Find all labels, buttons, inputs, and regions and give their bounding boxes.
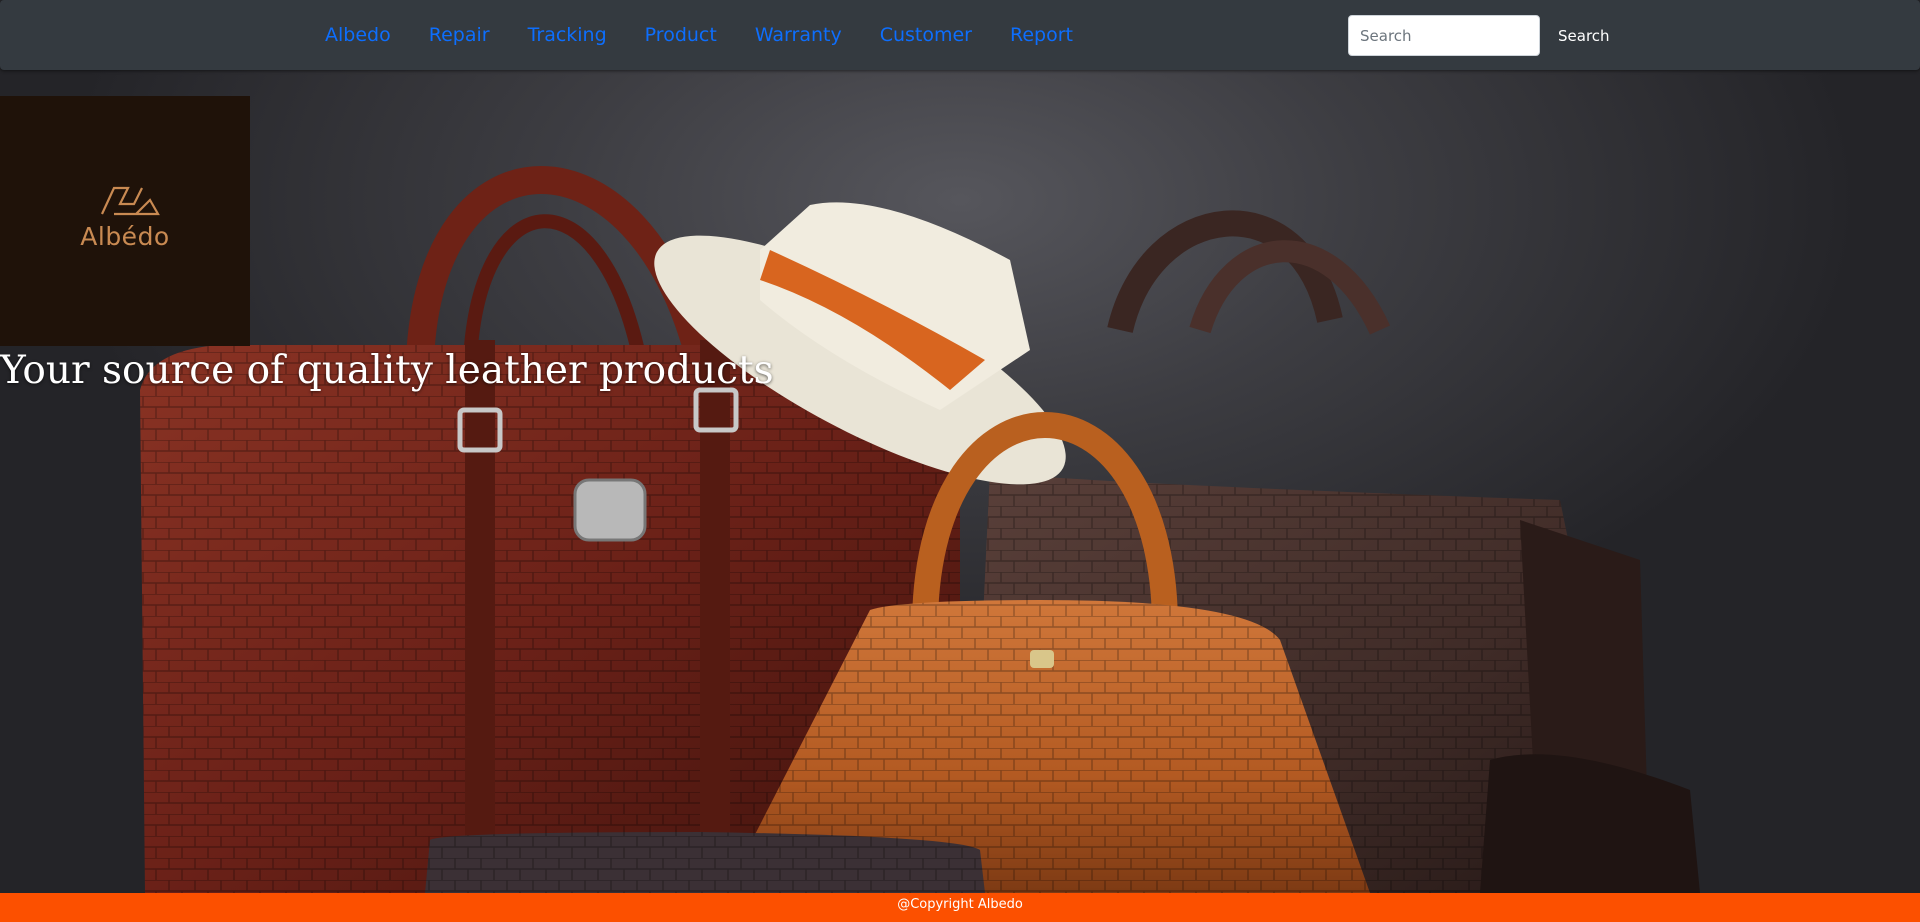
copyright-text: @Copyright Albedo [897, 897, 1023, 912]
nav-link-warranty[interactable]: Warranty [755, 24, 842, 46]
search-button[interactable]: Search [1548, 15, 1620, 56]
brand-logo: Albédo [0, 96, 250, 346]
hero-background-image [0, 0, 1920, 893]
nav-link-repair[interactable]: Repair [429, 24, 490, 46]
top-navbar: Albedo Repair Tracking Product Warranty … [0, 0, 1920, 70]
nav-link-albedo[interactable]: Albedo [325, 24, 391, 46]
nav-links: Albedo Repair Tracking Product Warranty … [325, 0, 1111, 70]
nav-link-product[interactable]: Product [645, 24, 717, 46]
search-input[interactable] [1348, 15, 1540, 56]
hero-tagline: Your source of quality leather products [0, 348, 774, 393]
leather-goods-illustration [140, 166, 1700, 893]
dark-clutch [425, 832, 985, 893]
nav-link-customer[interactable]: Customer [880, 24, 972, 46]
logo-text: Albédo [80, 222, 170, 251]
nav-link-report[interactable]: Report [1010, 24, 1073, 46]
logo-mark-icon [101, 186, 160, 216]
footer: @Copyright Albedo [0, 893, 1920, 922]
nav-link-tracking[interactable]: Tracking [528, 24, 607, 46]
